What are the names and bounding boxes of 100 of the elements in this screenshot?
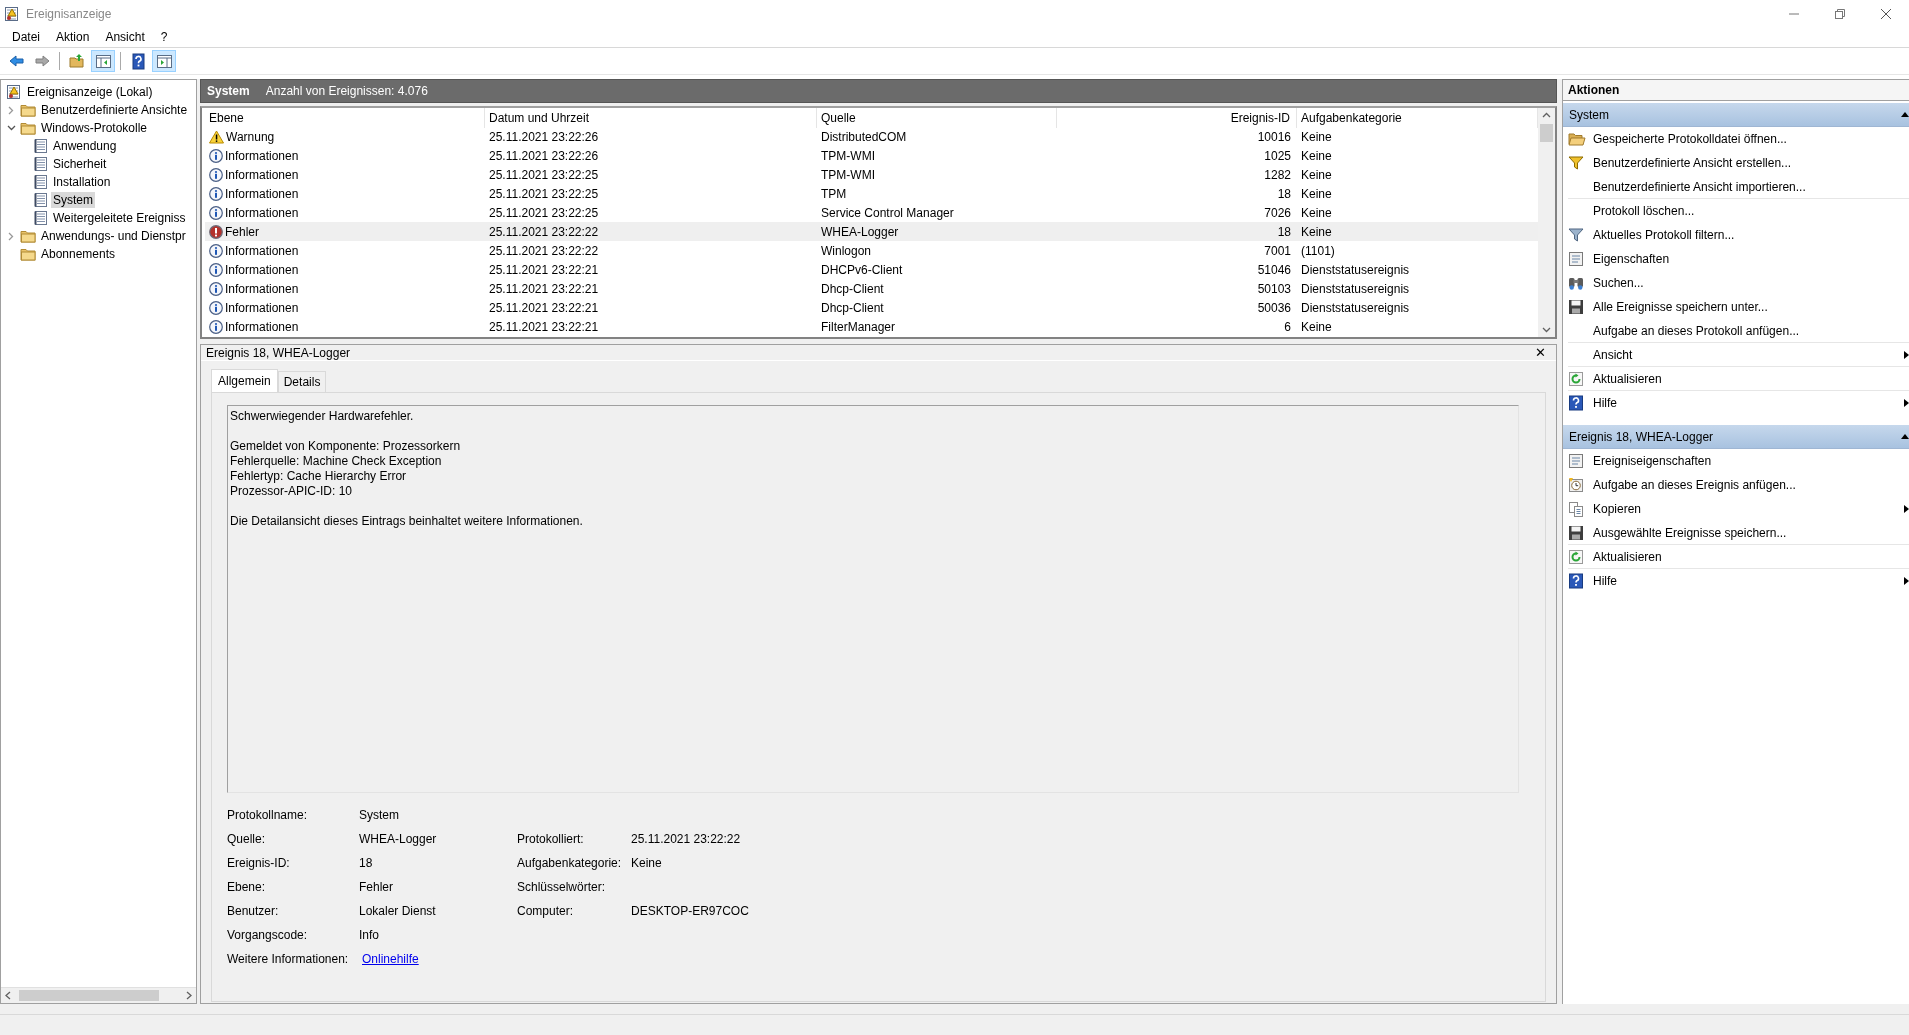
section-header[interactable]: System: [1563, 103, 1909, 127]
date-cell-text: 25.11.2021 23:22:26: [488, 147, 600, 165]
restore-icon: [1835, 8, 1845, 19]
property-value: Keine: [631, 855, 663, 872]
info-icon: [209, 281, 223, 296]
folder-icon: [1568, 131, 1586, 147]
event-id-cell-text: 50103: [1256, 280, 1292, 298]
action-item[interactable]: Ansicht: [1568, 343, 1909, 367]
severity-cell[interactable]: Informationen: [205, 184, 485, 203]
action-item[interactable]: Kopieren: [1568, 497, 1909, 521]
property-label: Weitere Informationen:: [227, 951, 350, 968]
action-label: Alle Ereignisse speichern unter...: [1593, 300, 1769, 314]
menu-item[interactable]: ?: [152, 28, 176, 46]
tree-item[interactable]: Windows-Protokolle: [39, 120, 150, 136]
action-item[interactable]: Benutzerdefinierte Ansicht erstellen...: [1568, 151, 1909, 175]
action-item[interactable]: Eigenschaften: [1568, 247, 1909, 271]
folder-icon: [20, 228, 36, 244]
severity-cell[interactable]: Informationen: [205, 317, 485, 336]
log-icon: [34, 192, 48, 208]
severity-cell[interactable]: Informationen: [205, 146, 485, 165]
property-value: 25.11.2021 23:22:22: [631, 831, 742, 848]
event-id-cell-text: 51046: [1256, 261, 1292, 279]
tree-item[interactable]: Anwendungs- und Dienstpr: [39, 228, 188, 244]
section-title: System: [1569, 107, 1609, 122]
error-icon: [209, 224, 223, 239]
scrollbar-thumb[interactable]: [19, 990, 159, 1001]
tree-item[interactable]: Ereignisanzeige (Lokal): [25, 84, 155, 100]
severity-cell[interactable]: Warnung: [205, 127, 485, 146]
scroll-up-icon[interactable]: [1542, 112, 1551, 118]
action-item[interactable]: Hilfe: [1568, 391, 1909, 415]
severity-cell[interactable]: Informationen: [205, 241, 485, 260]
tree-item[interactable]: Abonnements: [39, 246, 118, 262]
action-label: Kopieren: [1593, 502, 1643, 516]
help-link[interactable]: Onlinehilfe: [359, 952, 419, 966]
tree-item[interactable]: Anwendung: [51, 138, 119, 154]
action-item[interactable]: Ereigniseigenschaften: [1568, 449, 1909, 473]
tree-item[interactable]: Weitergeleitete Ereigniss: [51, 210, 188, 226]
close-button[interactable]: ✕: [1525, 345, 1556, 360]
chevron-right-icon[interactable]: [8, 105, 14, 115]
scrollbar-thumb[interactable]: [1540, 124, 1553, 142]
section-header[interactable]: Ereignis 18, WHEA-Logger: [1563, 425, 1909, 449]
tree-pane-button[interactable]: [91, 50, 115, 72]
action-item[interactable]: Benutzerdefinierte Ansicht importieren...: [1568, 175, 1909, 199]
severity-cell[interactable]: Informationen: [205, 203, 485, 222]
menu-item[interactable]: Aktion: [48, 28, 98, 46]
tab[interactable]: Allgemein: [211, 369, 278, 393]
category-cell-text: Keine: [1300, 147, 1333, 165]
collapse-arrow-icon[interactable]: [1901, 434, 1909, 439]
severity-cell[interactable]: Informationen: [205, 165, 485, 184]
tree-item[interactable]: Sicherheit: [51, 156, 109, 172]
scroll-down-icon[interactable]: [1542, 327, 1551, 333]
copy-icon: [1568, 501, 1584, 517]
menu-item[interactable]: Ansicht: [97, 28, 153, 46]
severity-cell[interactable]: Informationen: [205, 260, 485, 279]
action-item[interactable]: Suchen...: [1568, 271, 1909, 295]
action-item[interactable]: Aktualisieren: [1568, 367, 1909, 391]
event-count: Anzahl von Ereignissen: 4.076: [265, 84, 428, 98]
severity-text: Informationen: [225, 300, 299, 315]
action-item[interactable]: Alle Ereignisse speichern unter...: [1568, 295, 1909, 319]
severity-cell[interactable]: Fehler: [205, 222, 485, 241]
collapse-arrow-icon[interactable]: [1901, 112, 1909, 117]
severity-text: Fehler: [225, 224, 259, 239]
category-cell-text: (1101): [1300, 242, 1336, 260]
action-item[interactable]: Protokoll löschen...: [1568, 199, 1909, 223]
refresh-icon: [1568, 370, 1584, 387]
folder-icon: [20, 120, 36, 136]
source-cell-text: FilterManager: [820, 318, 897, 336]
scroll-left-icon[interactable]: [4, 991, 12, 1000]
action-item[interactable]: Aufgabe an dieses Protokoll anfügen...: [1568, 319, 1909, 343]
log-icon: [34, 174, 48, 190]
action-label: Aufgabe an dieses Protokoll anfügen...: [1593, 323, 1801, 338]
event-log-icon: [6, 84, 22, 100]
action-label: Ereigniseigenschaften: [1593, 454, 1713, 468]
tab[interactable]: Details: [277, 371, 327, 392]
column-header[interactable]: Ebene: [205, 108, 485, 128]
action-item[interactable]: Aktuelles Protokoll filtern...: [1568, 223, 1909, 247]
action-pane-button[interactable]: [152, 50, 176, 72]
tree-item[interactable]: Benutzerdefinierte Ansichte: [39, 102, 190, 118]
back-arrow-icon: [7, 52, 25, 70]
action-item[interactable]: Gespeicherte Protokolldatei öffnen...: [1568, 127, 1909, 151]
column-header[interactable]: Ereignis-ID: [1057, 108, 1297, 128]
severity-cell[interactable]: Informationen: [205, 298, 485, 317]
tree-item[interactable]: System: [51, 192, 95, 208]
action-item[interactable]: Hilfe: [1568, 569, 1909, 593]
info-icon: [209, 319, 223, 334]
action-item[interactable]: Aufgabe an dieses Ereignis anfügen...: [1568, 473, 1909, 497]
column-header[interactable]: Datum und Uhrzeit: [485, 108, 817, 128]
action-item[interactable]: Aktualisieren: [1568, 545, 1909, 569]
funnel-icon: [1568, 227, 1584, 243]
severity-cell[interactable]: Informationen: [205, 279, 485, 298]
menu-item[interactable]: Datei: [4, 28, 48, 46]
tree-item[interactable]: Installation: [51, 174, 113, 190]
category-cell-text: Keine: [1300, 204, 1333, 222]
scroll-right-icon[interactable]: [185, 991, 193, 1000]
chevron-down-icon[interactable]: [6, 125, 16, 131]
section-title: Ereignis 18, WHEA-Logger: [1569, 429, 1714, 444]
column-header[interactable]: Quelle: [817, 108, 1057, 128]
property-value: DESKTOP-ER97COC: [631, 903, 750, 920]
chevron-right-icon[interactable]: [8, 231, 14, 241]
action-item[interactable]: Ausgewählte Ereignisse speichern...: [1568, 521, 1909, 545]
